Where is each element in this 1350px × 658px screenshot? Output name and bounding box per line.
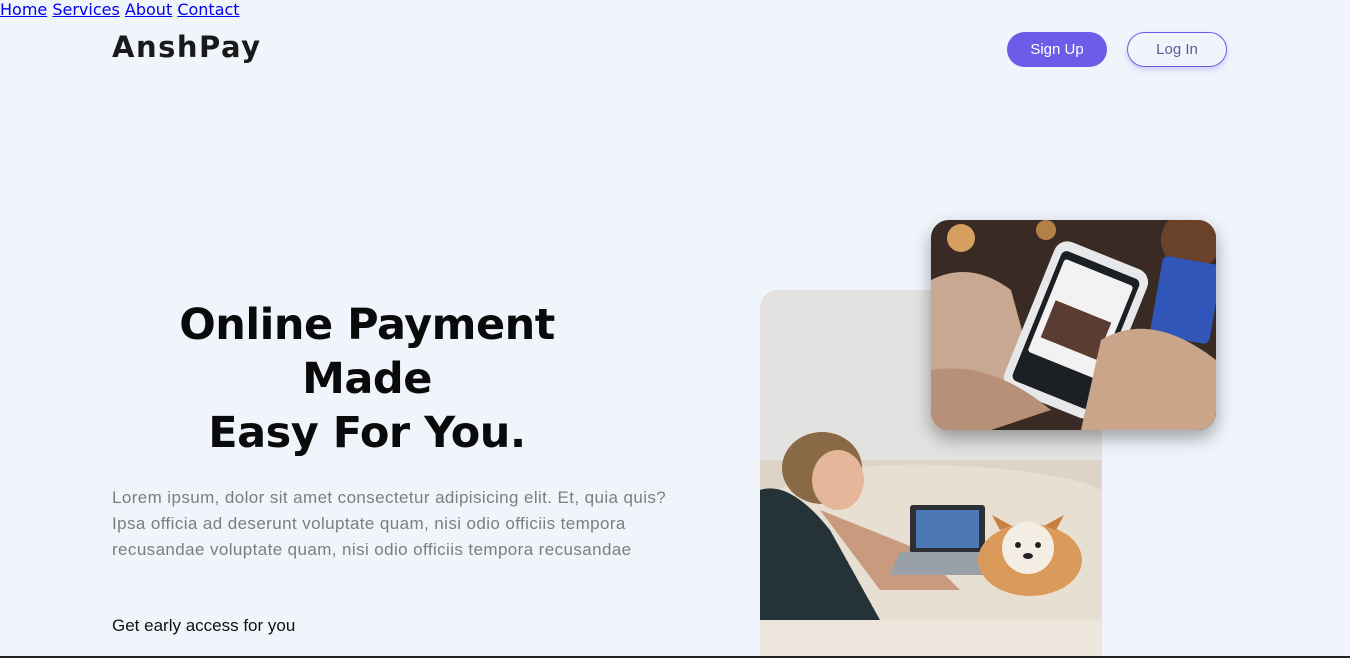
login-button[interactable]: Log In <box>1127 32 1227 67</box>
phone-shopping-image <box>931 220 1216 430</box>
hero-title-line1: Online Payment Made <box>179 300 555 404</box>
nav-link-services[interactable]: Services <box>52 0 119 19</box>
nav-link-about[interactable]: About <box>125 0 172 19</box>
main-nav: Home Services About Contact <box>0 0 1350 19</box>
hero-title: Online Payment Made Easy For You. <box>112 298 622 460</box>
brand-logo[interactable]: AnshPay <box>112 30 262 64</box>
hero-description: Lorem ipsum, dolor sit amet consectetur … <box>112 488 667 559</box>
hero-title-line2: Easy For You. <box>208 408 526 458</box>
phone-shopping-illustration <box>931 220 1216 430</box>
nav-link-contact[interactable]: Contact <box>177 0 239 19</box>
nav-link-home[interactable]: Home <box>0 0 47 19</box>
signup-button[interactable]: Sign Up <box>1007 32 1107 67</box>
early-access-text: Get early access for you <box>112 616 296 635</box>
